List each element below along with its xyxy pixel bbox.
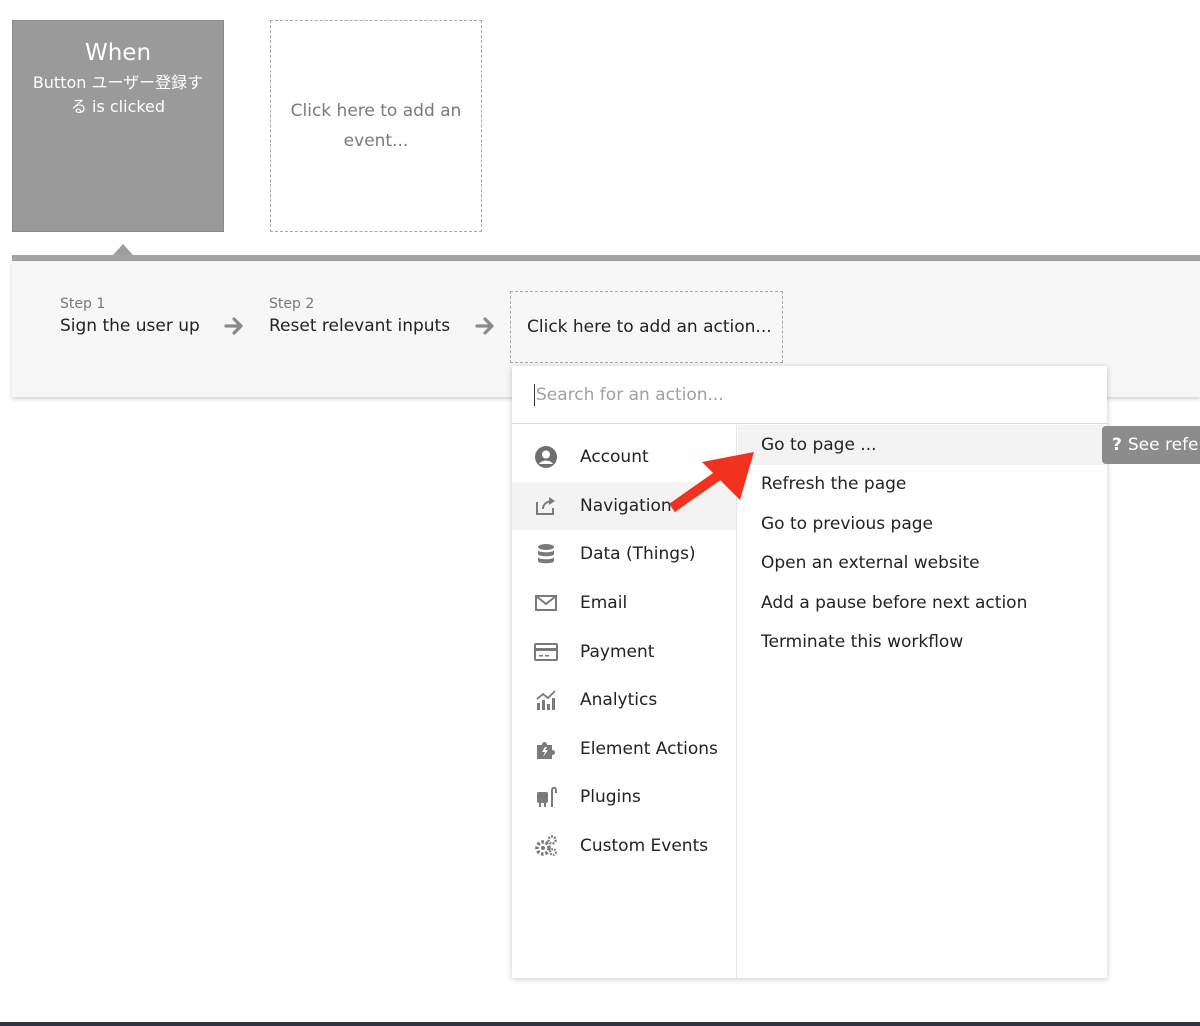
action-search-input[interactable] bbox=[536, 384, 1076, 405]
action-search-box bbox=[512, 366, 1107, 424]
step-title: Sign the user up bbox=[60, 316, 200, 336]
action-add-pause[interactable]: Add a pause before next action bbox=[738, 583, 1107, 623]
event-when-label: When bbox=[84, 40, 152, 66]
arrow-right-icon bbox=[224, 317, 243, 335]
category-label: Account bbox=[580, 447, 649, 468]
category-element-actions[interactable]: Element Actions bbox=[512, 725, 736, 774]
envelope-icon bbox=[534, 591, 558, 615]
category-label: Custom Events bbox=[580, 836, 709, 857]
add-action-label: Click here to add an action... bbox=[527, 317, 772, 337]
category-analytics[interactable]: Analytics bbox=[512, 676, 736, 725]
action-list: Go to page ... Refresh the page Go to pr… bbox=[738, 425, 1107, 662]
category-label: Navigation bbox=[580, 495, 672, 516]
analytics-icon bbox=[534, 688, 558, 712]
text-cursor bbox=[534, 383, 535, 406]
add-event-button[interactable]: Click here to add an event... bbox=[270, 20, 482, 232]
step-number-label: Step 2 bbox=[269, 296, 315, 312]
action-go-to-previous-page[interactable]: Go to previous page bbox=[738, 504, 1107, 544]
category-data-things[interactable]: Data (Things) bbox=[512, 530, 736, 579]
step-1[interactable]: Step 1 Sign the user up bbox=[60, 295, 200, 339]
category-label: Data (Things) bbox=[580, 544, 696, 565]
see-reference-label: See refe bbox=[1127, 435, 1199, 455]
arrow-right-icon bbox=[475, 317, 494, 335]
step-2[interactable]: Step 2 Reset relevant inputs bbox=[269, 295, 450, 339]
bottom-edge-bar bbox=[0, 1022, 1200, 1026]
category-payment[interactable]: Payment bbox=[512, 627, 736, 676]
credit-card-icon bbox=[534, 640, 558, 664]
account-icon bbox=[534, 445, 558, 469]
workflow-editor: When Button ユーザー登録する is clicked Click he… bbox=[0, 0, 1200, 1026]
puzzle-icon bbox=[534, 737, 558, 761]
event-description: Button ユーザー登録する is clicked bbox=[32, 73, 204, 116]
category-email[interactable]: Email bbox=[512, 579, 736, 628]
red-annotation-arrow-icon bbox=[669, 452, 754, 513]
category-custom-events[interactable]: Custom Events bbox=[512, 822, 736, 871]
see-reference-button[interactable]: ? See refe bbox=[1102, 426, 1200, 464]
question-mark-icon: ? bbox=[1112, 435, 1122, 455]
category-label: Payment bbox=[580, 641, 655, 662]
category-label: Element Actions bbox=[580, 738, 718, 759]
step-title: Reset relevant inputs bbox=[269, 316, 451, 336]
action-picker-dropdown: Account Navigation Data (Things) Email bbox=[512, 366, 1107, 978]
category-plugins[interactable]: Plugins bbox=[512, 773, 736, 822]
database-icon bbox=[534, 542, 558, 566]
action-refresh-page[interactable]: Refresh the page bbox=[738, 465, 1107, 505]
category-label: Email bbox=[580, 593, 628, 614]
share-arrow-icon bbox=[534, 494, 558, 518]
action-open-external-website[interactable]: Open an external website bbox=[738, 544, 1107, 584]
action-go-to-page[interactable]: Go to page ... bbox=[738, 425, 1107, 465]
add-action-button[interactable]: Click here to add an action... bbox=[510, 291, 783, 363]
active-event-caret bbox=[113, 244, 133, 255]
action-terminate-workflow[interactable]: Terminate this workflow bbox=[738, 623, 1107, 663]
step-number-label: Step 1 bbox=[60, 296, 106, 312]
plug-icon bbox=[534, 785, 558, 809]
category-label: Plugins bbox=[580, 787, 641, 808]
add-event-label: Click here to add an event... bbox=[290, 101, 462, 151]
category-label: Analytics bbox=[580, 690, 658, 711]
gears-icon bbox=[534, 834, 558, 858]
event-card-button-clicked[interactable]: When Button ユーザー登録する is clicked bbox=[12, 20, 224, 232]
